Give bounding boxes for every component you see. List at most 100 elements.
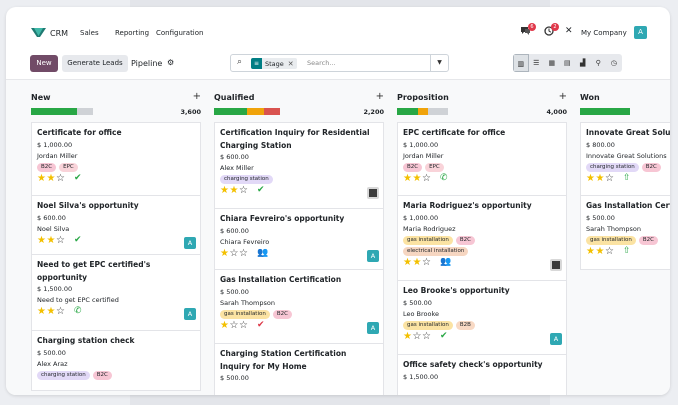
kanban-card[interactable]: Innovate Great Solutions $ 800.00 Innovate…	[580, 122, 670, 196]
kanban-card[interactable]: Leo Brooke's opportunity $ 500.00 Leo Broo…	[397, 281, 567, 355]
priority-stars[interactable]: ★☆☆	[220, 248, 248, 259]
star-icon[interactable]: ☆	[605, 246, 614, 257]
activity-view-icon[interactable]: ◷	[606, 54, 622, 72]
check-activity-icon[interactable]: ✔	[257, 320, 265, 330]
user-avatar[interactable]: A	[184, 308, 196, 320]
star-icon[interactable]: ★	[46, 173, 55, 184]
search-input[interactable]: Search...	[307, 59, 336, 67]
star-icon[interactable]: ★	[46, 235, 55, 246]
kanban-card[interactable]: Need to get EPC certified's opportunity $…	[31, 255, 201, 331]
calendar-view-icon[interactable]: ▦	[544, 54, 560, 72]
star-icon[interactable]: ☆	[239, 185, 248, 196]
chat-button[interactable]: 6	[520, 23, 536, 35]
tag-badge[interactable]: gas installation	[403, 320, 453, 330]
check-activity-icon[interactable]: ✔	[74, 235, 82, 245]
tag-badge[interactable]: B2C	[272, 309, 292, 319]
priority-stars[interactable]: ★★☆	[586, 246, 614, 257]
phone-activity-icon[interactable]: ✆	[74, 306, 82, 316]
progress-bar[interactable]	[214, 108, 281, 115]
kanban-card[interactable]: Gas Installation Certification $ 500.00 Sa…	[580, 196, 670, 270]
user-avatar[interactable]: A	[367, 321, 379, 334]
add-card-button[interactable]: +	[559, 91, 567, 102]
kanban-card[interactable]: Charging Station Certification Inquiry f…	[214, 344, 384, 395]
star-icon[interactable]: ☆	[605, 173, 614, 184]
phone-activity-icon[interactable]: ✆	[440, 173, 448, 183]
kanban-card[interactable]: Noel Silva's opportunity $ 600.00 Noel Sil…	[31, 196, 201, 255]
tag-badge[interactable]: B2C	[638, 235, 658, 245]
tag-badge[interactable]: EPC	[59, 162, 78, 172]
kanban-card[interactable]: Charging station check $ 500.00 Alex Araz c…	[31, 331, 201, 391]
menu-reporting[interactable]: Reporting	[115, 29, 149, 37]
search-dropdown-toggle[interactable]: ▼	[430, 55, 448, 71]
progress-bar[interactable]	[31, 108, 94, 115]
new-button[interactable]: New	[30, 55, 58, 72]
progress-bar[interactable]	[580, 108, 630, 115]
tag-badge[interactable]: charging station	[220, 175, 273, 184]
progress-bar[interactable]	[397, 108, 449, 115]
check-activity-icon[interactable]: ✔	[257, 185, 265, 195]
star-icon[interactable]: ☆	[422, 257, 431, 268]
tag-badge[interactable]: gas installation	[586, 235, 636, 245]
map-view-icon[interactable]: ⚲	[591, 54, 607, 72]
stage-facet[interactable]: ≡ Stage ✕	[251, 58, 297, 69]
star-icon[interactable]: ★	[595, 173, 604, 184]
graph-view-icon[interactable]: ▟	[575, 54, 591, 72]
tag-badge[interactable]: electrical installation	[403, 246, 469, 256]
user-photo-avatar[interactable]	[550, 258, 562, 271]
star-icon[interactable]: ★	[229, 185, 238, 196]
star-icon[interactable]: ☆	[422, 331, 431, 342]
check-activity-icon[interactable]: ✔	[440, 331, 448, 341]
tag-badge[interactable]: EPC	[425, 162, 444, 172]
star-icon[interactable]: ☆	[56, 173, 65, 184]
star-icon[interactable]: ★	[595, 246, 604, 257]
tag-badge[interactable]: B2C	[92, 370, 112, 380]
star-icon[interactable]: ☆	[422, 173, 431, 184]
tag-badge[interactable]: gas installation	[403, 235, 453, 245]
add-card-button[interactable]: +	[376, 91, 384, 102]
pivot-view-icon[interactable]: ▤	[560, 54, 576, 72]
priority-stars[interactable]: ★★☆	[37, 235, 65, 246]
star-icon[interactable]: ☆	[412, 331, 421, 342]
kanban-card[interactable]: EPC certificate for office $ 1,000.00 Jord…	[397, 122, 567, 196]
generate-leads-button[interactable]: Generate Leads	[62, 55, 128, 72]
kanban-card[interactable]: Certificate for office $ 1,000.00 Jordan M…	[31, 122, 201, 196]
priority-stars[interactable]: ★☆☆	[403, 331, 431, 342]
user-avatar[interactable]: A	[634, 26, 647, 39]
add-card-button[interactable]: +	[193, 91, 201, 102]
crm-logo-icon[interactable]	[31, 27, 46, 38]
tag-badge[interactable]: B2B	[455, 320, 475, 330]
gear-icon[interactable]: ⚙	[167, 58, 174, 67]
kanban-card[interactable]: Office safety check's opportunity $ 1,500…	[397, 355, 567, 395]
search-icon[interactable]: ⌕	[237, 57, 242, 67]
star-icon[interactable]: ★	[412, 173, 421, 184]
check-activity-icon[interactable]: ✔	[74, 173, 82, 183]
upload-activity-icon[interactable]: ⇧	[623, 246, 631, 256]
priority-stars[interactable]: ★★☆	[220, 185, 248, 196]
star-icon[interactable]: ☆	[56, 306, 65, 317]
tag-badge[interactable]: B2C	[641, 162, 661, 172]
kanban-card[interactable]: Chiara Fevreiro's opportunity $ 600.00 Chi…	[214, 209, 384, 270]
menu-configuration[interactable]: Configuration	[156, 29, 203, 37]
tag-badge[interactable]: charging station	[37, 370, 90, 380]
activity-button[interactable]: 2	[544, 23, 559, 36]
star-icon[interactable]: ★	[46, 306, 55, 317]
priority-stars[interactable]: ★★☆	[403, 257, 431, 268]
tag-badge[interactable]: charging station	[586, 162, 639, 172]
app-name[interactable]: CRM	[50, 29, 68, 38]
star-icon[interactable]: ☆	[229, 320, 238, 331]
kanban-card[interactable]: Maria Rodriguez's opportunity $ 1,000.00 M…	[397, 196, 567, 281]
kanban-view-icon[interactable]: ▥	[513, 54, 529, 72]
menu-sales[interactable]: Sales	[80, 29, 99, 37]
tag-badge[interactable]: gas installation	[220, 309, 270, 319]
priority-stars[interactable]: ★★☆	[403, 173, 431, 184]
tag-badge[interactable]: B2C	[455, 235, 475, 245]
meeting-activity-icon[interactable]: 👥	[440, 257, 451, 267]
star-icon[interactable]: ☆	[239, 320, 248, 331]
kanban-card[interactable]: Gas Installation Certification $ 500.00 Sa…	[214, 270, 384, 344]
star-icon[interactable]: ☆	[239, 248, 248, 259]
company-switcher[interactable]: My Company	[581, 29, 627, 37]
user-avatar[interactable]: A	[184, 236, 196, 249]
star-icon[interactable]: ☆	[229, 248, 238, 259]
priority-stars[interactable]: ★★☆	[37, 173, 65, 184]
debug-tools-icon[interactable]: ✕	[565, 26, 573, 36]
